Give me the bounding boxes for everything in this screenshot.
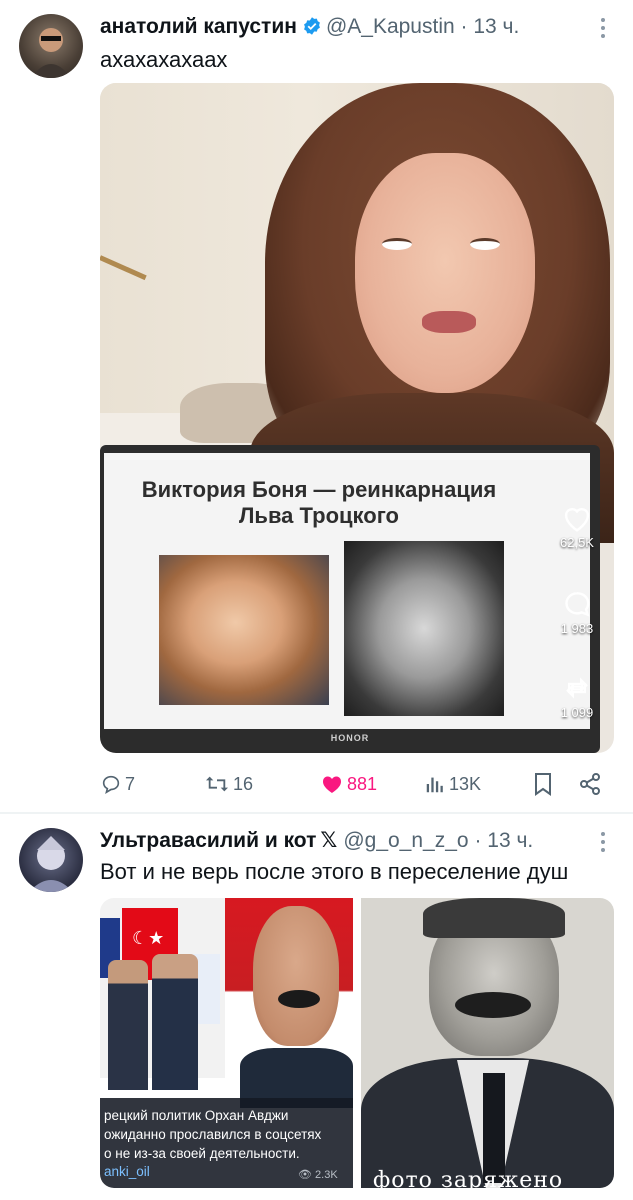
tweet-time[interactable]: 13 ч. xyxy=(487,829,533,852)
tweet-1[interactable]: анатолий капустин @A_Kapustin · 13 ч. аха… xyxy=(0,0,633,812)
portrait-mustache xyxy=(278,990,320,1008)
tweet-text: Вот и не верь после этого в переселение … xyxy=(100,859,569,884)
caption-text: рецкий политик Орхан Авджи ожиданно прос… xyxy=(104,1106,352,1163)
photo-woman xyxy=(159,555,329,705)
x-logo-icon: 𝕏 xyxy=(320,829,338,852)
video-comment-button[interactable]: 1 983 xyxy=(545,589,609,636)
right-eye xyxy=(470,238,500,250)
author-handle[interactable]: @A_Kapustin xyxy=(326,15,455,38)
man-standing-right xyxy=(152,954,198,1090)
share-button[interactable] xyxy=(578,766,605,802)
tweet-actions: 7 16 881 13K xyxy=(100,766,605,802)
laptop-screen: Виктория Боня — реинкарнация Льва Троцко… xyxy=(104,453,590,729)
like-count: 881 xyxy=(347,773,378,794)
heart-filled-icon xyxy=(322,776,342,793)
slide-title: Виктория Боня — реинкарнация Льва Троцко… xyxy=(104,477,534,529)
more-options-icon[interactable] xyxy=(593,830,613,854)
tweet-header: Ультравасилий и кот 𝕏 @g_o_n_z_o · 13 ч. xyxy=(100,826,593,856)
views-button[interactable]: 13K xyxy=(424,766,481,802)
slide-title-line1: Виктория Боня — реинкарнация xyxy=(141,477,497,502)
retweet-count: 16 xyxy=(233,773,254,794)
more-options-icon[interactable] xyxy=(593,16,613,40)
mouth xyxy=(422,311,476,333)
reply-count: 7 xyxy=(125,773,136,794)
bookmark-button[interactable] xyxy=(532,766,557,802)
tweet-media-grid: рецкий политик Орхан Авджи ожиданно прос… xyxy=(100,898,614,1188)
photo-hair xyxy=(423,898,565,938)
caption-username: anki_oil xyxy=(104,1164,150,1179)
portrait-head xyxy=(253,906,339,1046)
reply-button[interactable]: 7 xyxy=(100,766,135,802)
caption-views-count: 2.3K xyxy=(315,1169,338,1181)
tweet-image-1[interactable]: рецкий политик Орхан Авджи ожиданно прос… xyxy=(100,898,353,1188)
views-count: 13K xyxy=(449,773,482,794)
tweet-text: ахахахахаах xyxy=(100,47,228,72)
photo-tie xyxy=(483,1073,505,1183)
author-handle[interactable]: @g_o_n_z_o xyxy=(343,829,468,852)
bookmark-icon xyxy=(535,773,551,796)
tweet-time[interactable]: 13 ч. xyxy=(473,15,519,38)
author-name[interactable]: Ультравасилий и кот xyxy=(100,829,316,852)
tweet-2[interactable]: Ультравасилий и кот 𝕏 @g_o_n_z_o · 13 ч. В… xyxy=(0,814,633,1200)
video-like-button[interactable]: 62,5K xyxy=(545,503,609,550)
woman-face xyxy=(355,153,535,393)
author-avatar[interactable] xyxy=(19,828,83,892)
video-repost-count: 1 099 xyxy=(560,705,594,720)
caption-views: 👁 2.3K xyxy=(298,1169,338,1181)
author-name[interactable]: анатолий капустин xyxy=(100,15,297,38)
tweet-image-2[interactable]: фото заряжено xyxy=(361,898,614,1188)
image-caption: рецкий политик Орхан Авджи ожиданно прос… xyxy=(100,1098,353,1188)
photo-man xyxy=(344,541,504,716)
verified-badge-icon xyxy=(304,17,320,35)
comment-bubble-icon xyxy=(565,592,590,617)
slide-title-line2: Льва Троцкого xyxy=(238,503,399,528)
heart-icon xyxy=(564,507,590,532)
video-comment-count: 1 983 xyxy=(560,621,594,636)
separator-dot: · xyxy=(460,15,468,38)
reply-icon xyxy=(102,775,120,794)
photo-mustache xyxy=(455,992,531,1018)
retweet-icon xyxy=(206,776,228,792)
separator-dot: · xyxy=(474,829,482,852)
caption-line2: ожиданно прославился в соцсетях xyxy=(104,1127,322,1142)
tweet-header: анатолий капустин @A_Kapustin · 13 ч. xyxy=(100,12,593,42)
author-avatar[interactable] xyxy=(19,14,83,78)
caption-line1: рецкий политик Орхан Авджи xyxy=(104,1108,289,1123)
laptop: Виктория Боня — реинкарнация Льва Троцко… xyxy=(100,445,600,753)
repost-icon xyxy=(566,677,588,699)
video-repost-button[interactable]: 1 099 xyxy=(545,673,609,720)
share-icon xyxy=(580,773,600,795)
photo-stamp-text: фото заряжено xyxy=(373,1168,564,1188)
left-eye xyxy=(382,238,412,250)
views-bar-icon xyxy=(426,777,443,793)
man-standing-left xyxy=(108,960,148,1090)
like-button[interactable]: 881 xyxy=(320,766,377,802)
laptop-brand: HONOR xyxy=(330,733,370,743)
retweet-button[interactable]: 16 xyxy=(204,766,253,802)
tweet-video[interactable]: Виктория Боня — реинкарнация Льва Троцко… xyxy=(100,83,614,753)
caption-line3: о не из-за своей деятельности. xyxy=(104,1146,300,1161)
video-like-count: 62,5K xyxy=(560,535,594,550)
